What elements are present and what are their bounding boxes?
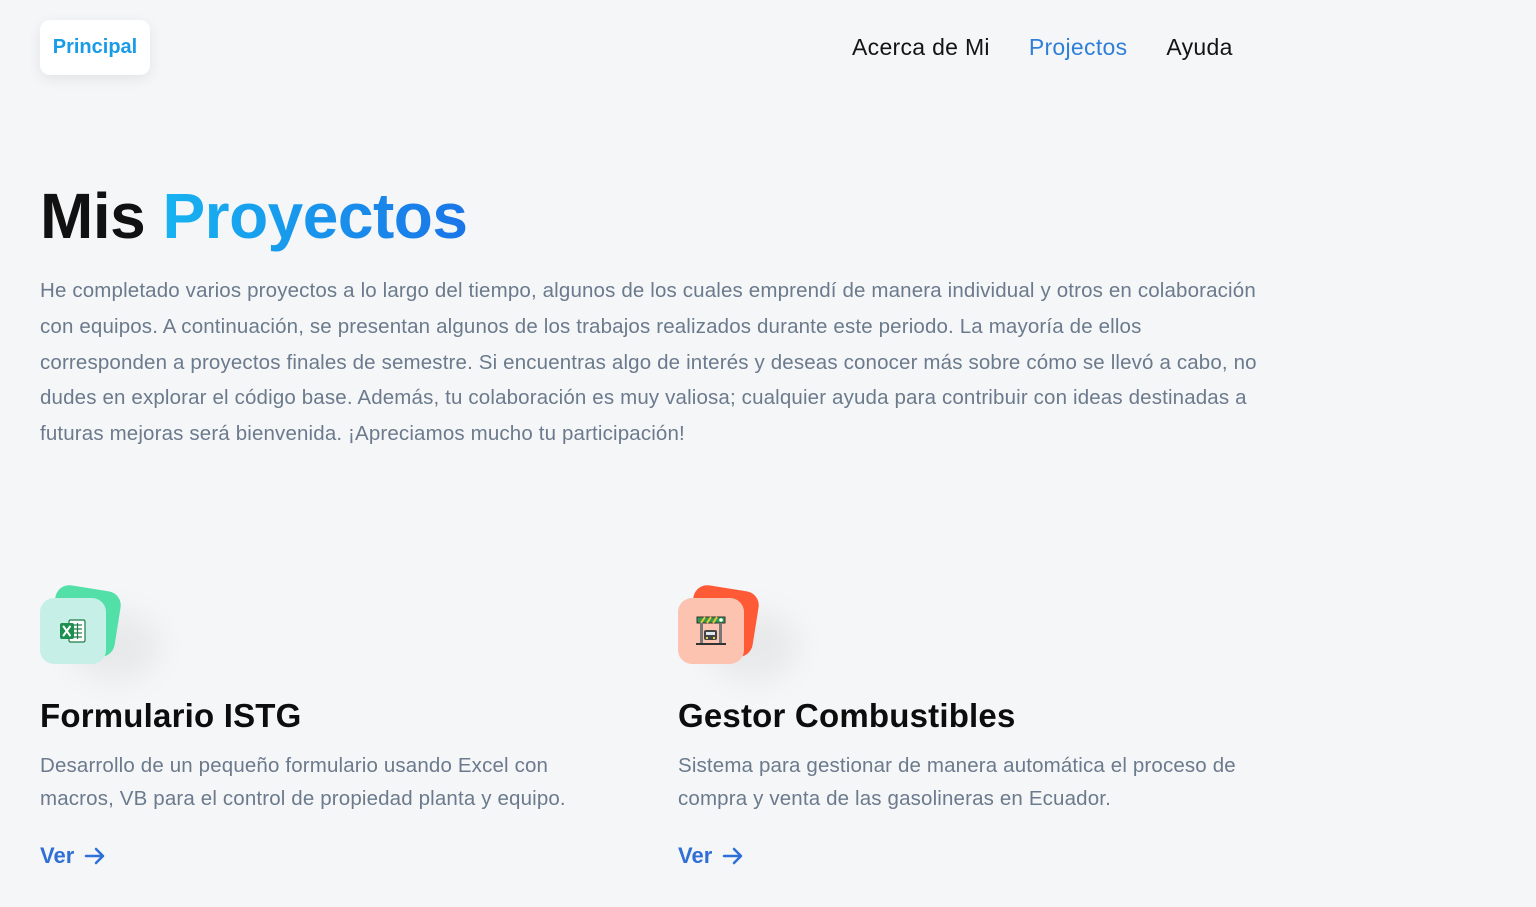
view-project-link[interactable]: Ver [40,843,106,869]
page-title-accent: Proyectos [162,180,468,252]
principal-home-button[interactable]: Principal [40,20,150,75]
arrow-right-icon [85,847,105,865]
arrow-right-icon [723,847,743,865]
view-link-label: Ver [678,843,713,868]
project-title: Formulario ISTG [40,697,302,734]
project-card-gestor-combustibles: Gestor Combustibles Sistema para gestion… [678,583,1248,869]
view-project-link[interactable]: Ver [678,843,744,869]
project-title: Gestor Combustibles [678,697,1016,734]
gas-station-icon [678,598,744,664]
page-title-plain: Mis [40,180,146,252]
nav-link-acerca-de-mi[interactable]: Acerca de Mi [852,30,990,64]
project-icon-stack [40,583,123,664]
project-icon-stack [678,583,761,664]
top-navigation: Acerca de Mi Projectos Ayuda [852,30,1233,64]
project-description: Sistema para gestionar de manera automát… [678,754,1236,810]
nav-link-ayuda[interactable]: Ayuda [1166,30,1232,64]
intro-paragraph: He completado varios proyectos a lo larg… [40,279,1257,446]
view-link-label: Ver [40,843,75,868]
project-description: Desarrollo de un pequeño formulario usan… [40,754,566,810]
nav-link-projectos[interactable]: Projectos [1029,30,1128,64]
page-title: Mis Proyectos [40,174,468,258]
project-card-formulario-istg: Formulario ISTG Desarrollo de un pequeño… [40,583,610,869]
excel-icon [40,598,106,664]
